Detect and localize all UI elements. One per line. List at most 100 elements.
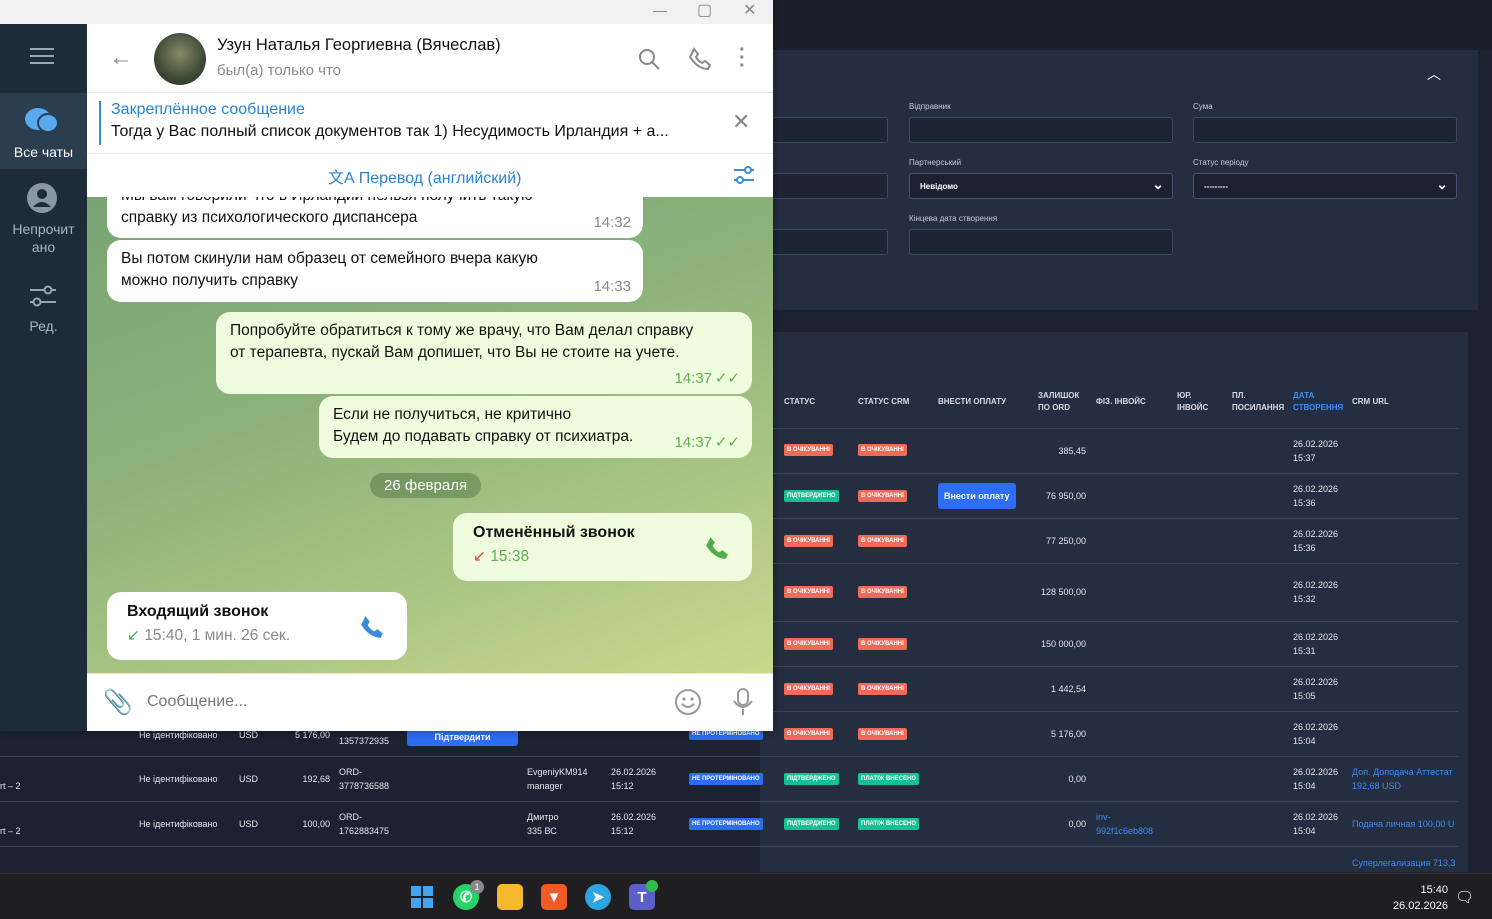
translate-button[interactable]: 文A Перевод (английский) bbox=[328, 164, 522, 188]
col-yur-invoice: ЮР. ІНВОЙС bbox=[1177, 391, 1209, 412]
filter-input[interactable] bbox=[760, 229, 888, 255]
amount-cell: 192,68 bbox=[302, 774, 330, 784]
date-cell: 26.02.2026 bbox=[1293, 812, 1339, 822]
contact-name[interactable]: Узун Наталья Георгиевна (Вячеслав) bbox=[217, 36, 501, 55]
date-cell: 26.02.2026 bbox=[1293, 439, 1339, 449]
message-bubble[interactable]: Если не получиться, не критично Будем до… bbox=[319, 396, 752, 458]
microphone-icon[interactable] bbox=[732, 687, 754, 717]
sum-input[interactable] bbox=[1193, 117, 1457, 143]
chats-icon bbox=[25, 108, 59, 133]
translate-icon: 文A bbox=[328, 170, 355, 187]
crm-status-badge: В ОЧІКУВАННІ bbox=[858, 586, 907, 598]
message-text: можно получить справку bbox=[121, 272, 298, 289]
partner-cell: Не ідентифіковано bbox=[139, 819, 218, 829]
avatar[interactable] bbox=[154, 33, 206, 85]
maximize-icon[interactable]: ▢ bbox=[697, 0, 712, 20]
balance-cell: 0,00 bbox=[1068, 819, 1086, 829]
missed-arrow-icon: ↙ bbox=[473, 548, 486, 565]
message-bubble[interactable]: Вы потом скинули нам образец от семейног… bbox=[107, 240, 643, 302]
telegram-window: — ▢ ✕ Все чаты Непрочит ано Ред. ← Узун … bbox=[0, 0, 773, 731]
telegram-icon[interactable]: ➤ bbox=[585, 884, 611, 910]
message-composer: 📎 bbox=[87, 673, 773, 731]
unread-label: Непрочит bbox=[12, 221, 75, 237]
folder-edit[interactable]: Ред. bbox=[0, 279, 87, 339]
crm-url-link[interactable]: Доп. Доподача Аттестат bbox=[1352, 765, 1458, 779]
manager-role-cell: 335 ВС bbox=[527, 826, 557, 836]
invoice-id-link[interactable]: 992f1c6eb808 bbox=[1096, 824, 1153, 838]
all-chats-label: Все чаты bbox=[13, 144, 74, 160]
date-cell: 26.02.2026 bbox=[611, 767, 657, 777]
call-title: Входящий звонок bbox=[127, 603, 269, 620]
message-bubble[interactable]: Мы вам говорили что в Ирландии нельзя по… bbox=[107, 197, 643, 238]
read-checks-icon: ✓✓ bbox=[714, 370, 740, 387]
table-row: rt – 2 Не ідентифіковано USD 192,68 ORD-… bbox=[0, 756, 1458, 801]
folder-all-chats[interactable]: Все чаты bbox=[0, 93, 87, 169]
collapse-chevron-icon[interactable]: ︿ bbox=[1427, 64, 1441, 84]
message-bubble[interactable]: Попробуйте обратиться к тому же врачу, ч… bbox=[216, 312, 752, 394]
emoji-icon[interactable] bbox=[674, 688, 702, 716]
verification-badge: НЕ ПРОТЕРМІНОВАНО bbox=[689, 818, 763, 830]
status-badge: В ОЧІКУВАННІ bbox=[784, 586, 833, 598]
col-status: СТАТУС bbox=[784, 397, 815, 406]
crm-url-link[interactable]: Подача личная 100,00 U bbox=[1352, 817, 1458, 831]
time-cell: 15:31 bbox=[1293, 646, 1316, 656]
end-date-input[interactable] bbox=[909, 229, 1173, 255]
ord-number-cell: 3778736588 bbox=[339, 781, 390, 791]
notification-icon[interactable]: 🗨 bbox=[1455, 888, 1474, 906]
system-clock[interactable]: 15:40 26.02.2026 bbox=[1393, 882, 1448, 914]
crm-status-badge: В ОЧІКУВАННІ bbox=[858, 490, 907, 502]
call-title: Отменённый звонок bbox=[473, 524, 635, 541]
crm-status-badge: ПЛАТІЖ ВНЕСЕНО bbox=[858, 818, 919, 830]
name-cell: rt – 2 bbox=[0, 826, 21, 836]
unread-label-2: ано bbox=[31, 239, 56, 255]
back-arrow-icon[interactable]: ← bbox=[109, 44, 133, 72]
col-created[interactable]: ДАТА СТВОРЕННЯ bbox=[1293, 390, 1349, 414]
sender-input[interactable] bbox=[909, 117, 1173, 143]
filter-select[interactable] bbox=[760, 173, 888, 199]
pinned-text: Тогда у Вас полный список документов так… bbox=[111, 123, 669, 140]
brave-browser-icon[interactable]: ▼ bbox=[541, 884, 567, 910]
attach-icon[interactable]: 📎 bbox=[103, 688, 133, 717]
status-badge: ПІДТВЕРДЖЕНО bbox=[784, 818, 839, 830]
message-input[interactable] bbox=[147, 688, 667, 716]
translate-settings-icon[interactable] bbox=[732, 164, 756, 186]
filter-input[interactable] bbox=[760, 117, 888, 143]
search-icon[interactable] bbox=[638, 48, 660, 70]
partner-select[interactable]: Невідомо bbox=[909, 173, 1173, 199]
minimize-icon[interactable]: — bbox=[653, 2, 667, 18]
message-text: Попробуйте обратиться к тому же врачу, ч… bbox=[230, 322, 694, 339]
crm-status-badge: В ОЧІКУВАННІ bbox=[858, 728, 907, 740]
taskbar: ✆ 1 ▼ ➤ T 15:40 26.02.2026 🗨 bbox=[0, 873, 1492, 919]
period-status-select[interactable]: --------- bbox=[1193, 173, 1457, 199]
call-phone-icon[interactable] bbox=[359, 614, 385, 640]
sender-label: Відправник bbox=[909, 102, 951, 111]
time-cell: 15:12 bbox=[611, 781, 634, 791]
balance-cell: 128 500,00 bbox=[1040, 587, 1086, 597]
window-titlebar: — ▢ ✕ bbox=[87, 0, 773, 24]
windows-start-icon[interactable] bbox=[409, 884, 435, 910]
col-fiz-invoice: ФІЗ. ІНВОЙС bbox=[1096, 397, 1146, 406]
message-text: Вы потом скинули нам образец от семейног… bbox=[121, 250, 538, 267]
invoice-link[interactable]: inv- bbox=[1096, 810, 1111, 824]
file-explorer-icon[interactable] bbox=[497, 884, 523, 910]
balance-cell: 0,00 bbox=[1068, 774, 1086, 784]
edit-label: Ред. bbox=[29, 318, 58, 334]
close-pinned-icon[interactable]: ✕ bbox=[732, 109, 750, 135]
call-message[interactable]: Входящий звонок ↙ 15:40, 1 мин. 26 сек. bbox=[107, 592, 407, 660]
balance-cell: 76 950,00 bbox=[1045, 491, 1086, 501]
pinned-message[interactable]: Закреплённое сообщение Тогда у Вас полны… bbox=[87, 93, 773, 154]
close-window-icon[interactable]: ✕ bbox=[743, 0, 756, 20]
more-menu-icon[interactable]: · · · bbox=[739, 40, 746, 76]
message-text: Если не получиться, не критично bbox=[333, 406, 572, 423]
ord-cell: 1357372935 bbox=[339, 736, 390, 746]
call-phone-icon[interactable] bbox=[704, 535, 730, 561]
folder-unread[interactable]: Непрочит ано bbox=[0, 174, 87, 264]
chat-header: ← Узун Наталья Георгиевна (Вячеслав) был… bbox=[87, 24, 773, 93]
call-message[interactable]: Отменённый звонок ↙ 15:38 bbox=[453, 513, 752, 581]
contact-status: был(а) только что bbox=[217, 62, 342, 79]
phone-icon[interactable] bbox=[688, 47, 712, 71]
manager-cell: Дмитро bbox=[527, 812, 559, 822]
crm-url-link[interactable]: Суперлегализация 713,3 bbox=[1352, 856, 1458, 870]
crm-url-amount-link[interactable]: 192,68 USD bbox=[1352, 779, 1401, 793]
menu-icon[interactable] bbox=[30, 48, 54, 66]
